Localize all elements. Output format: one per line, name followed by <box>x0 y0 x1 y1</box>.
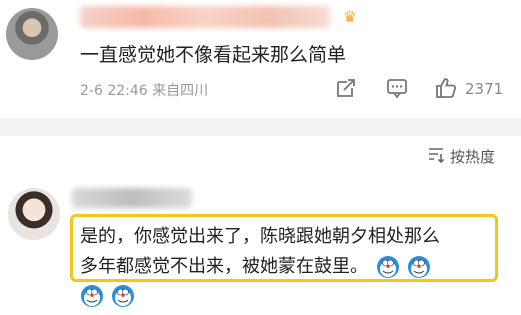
comment-actions: 2371 <box>0 76 521 102</box>
comment-card-2: 是的，你感觉出来了，陈晓跟她朝夕相处那么 多年都感觉不出来，被她蒙在鼓里。 <box>0 176 521 315</box>
doraemon-emoji-icon <box>376 256 399 278</box>
comment-text: 一直感觉她不像看起来那么简单 <box>80 44 347 66</box>
comment-card-1: ♛ 一直感觉她不像看起来那么简单 2-6 22:46 来自四川 2371 <box>0 0 521 120</box>
share-icon[interactable] <box>334 76 358 100</box>
doraemon-emoji-icon <box>408 256 431 278</box>
sort-icon[interactable] <box>427 146 445 164</box>
doraemon-emoji-icon <box>112 285 135 307</box>
avatar[interactable] <box>8 188 60 240</box>
doraemon-emoji-icon <box>81 285 103 307</box>
comment-icon[interactable] <box>385 76 409 100</box>
username-blurred[interactable] <box>72 188 192 208</box>
avatar[interactable] <box>6 8 58 60</box>
sort-bar: 按热度 <box>0 136 521 176</box>
sort-by-hot-button[interactable]: 按热度 <box>450 146 495 167</box>
crown-icon: ♛ <box>343 8 357 26</box>
like-icon[interactable] <box>434 76 458 100</box>
emoji-row <box>78 284 135 308</box>
comment-line-1: 是的，你感觉出来了，陈晓跟她朝夕相处那么 <box>80 226 440 247</box>
section-divider <box>0 118 521 136</box>
comment-line-2: 多年都感觉不出来，被她蒙在鼓里。 <box>80 252 498 282</box>
likes-count: 2371 <box>465 80 504 98</box>
comment-line-2-text: 多年都感觉不出来，被她蒙在鼓里。 <box>80 256 368 277</box>
username-blurred[interactable] <box>80 6 330 28</box>
comment-text: 是的，你感觉出来了，陈晓跟她朝夕相处那么 多年都感觉不出来，被她蒙在鼓里。 <box>80 222 498 282</box>
